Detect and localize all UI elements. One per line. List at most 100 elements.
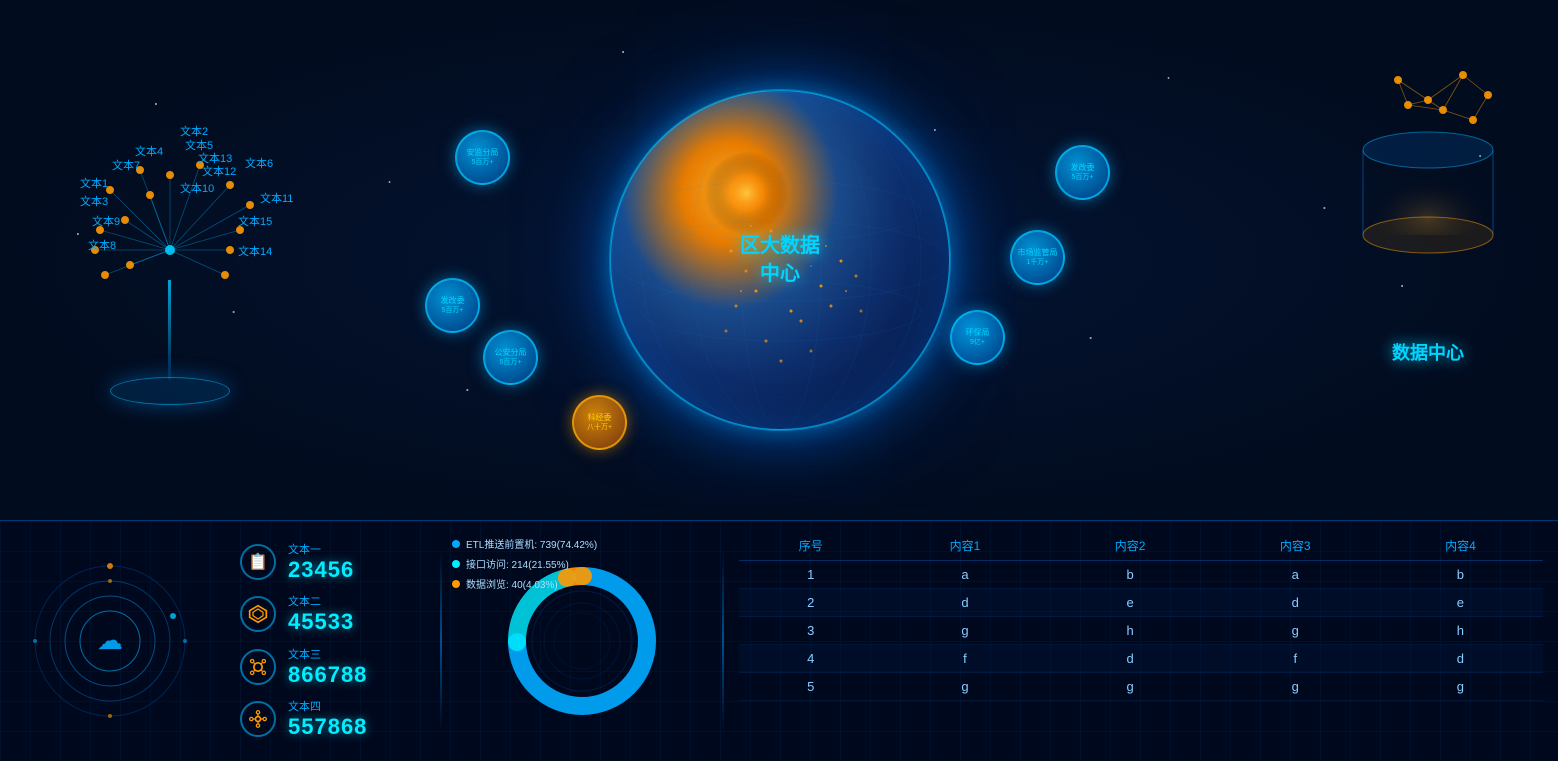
stat-label-1: 文本一 — [288, 541, 354, 557]
cloud-text-9: 文本9 — [92, 213, 120, 229]
stat-value-3: 866788 — [288, 662, 367, 688]
cell-3-2: h — [1048, 617, 1213, 645]
cell-1-2: b — [1048, 561, 1213, 589]
legend-item-api: 接口访问: 214(21.55%) — [452, 556, 597, 571]
node-circle-fagaiwei-l: 发改委 5百万+ — [425, 278, 480, 333]
cell-3-0: 3 — [739, 617, 882, 645]
cloud-text-1: 文本1 — [80, 175, 108, 191]
stat-group-1: 文本一 23456 — [288, 541, 354, 583]
table-header: 序号 内容1 内容2 内容3 内容4 — [739, 531, 1543, 561]
node-circle-fagaiwei-r: 发改委 5百万+ — [1055, 145, 1110, 200]
stat-value-2: 45533 — [288, 609, 354, 635]
stat-label-3: 文本三 — [288, 646, 367, 662]
data-table-area: 序号 内容1 内容2 内容3 内容4 1 a b a b 2 d — [724, 521, 1558, 760]
legend-item-etl: ETL推送前置机: 739(74.42%) — [452, 536, 597, 551]
stats-area: 📋 文本一 23456 文本二 45533 文本三 866788 — [220, 521, 440, 760]
col-header-3: 内容3 — [1213, 531, 1378, 561]
datacenter-label: 数据中心 — [1392, 339, 1464, 365]
node-circle-shichang: 市场监管局 1千万+ — [1010, 230, 1065, 285]
cell-4-3: f — [1213, 645, 1378, 673]
bottom-left-viz: ☁ — [0, 521, 220, 761]
stat-icon-1: 📋 — [240, 544, 276, 580]
legend-dot-browse — [452, 580, 460, 588]
cloud-text-8: 文本8 — [88, 237, 116, 253]
table-row: 2 d e d e — [739, 589, 1543, 617]
data-table: 序号 内容1 内容2 内容3 内容4 1 a b a b 2 d — [739, 531, 1543, 701]
table-row: 5 g g g g — [739, 673, 1543, 701]
cloud-text-7: 文本7 — [112, 157, 140, 173]
orbit-node-shichangjianguan[interactable]: 市场监管局 1千万+ — [1010, 230, 1065, 285]
orbit-node-fagaiwei-left[interactable]: 发改委 5百万+ — [425, 278, 480, 333]
legend-label-browse: 数据浏览: 40(4.03%) — [466, 576, 558, 591]
stat-row-4: 文本四 557868 — [240, 698, 420, 740]
cell-2-4: e — [1378, 589, 1543, 617]
cloud-text-10: 文本10 — [180, 180, 214, 196]
stat-group-4: 文本四 557868 — [288, 698, 367, 740]
cloud-text-3: 文本3 — [80, 193, 108, 209]
node-circle-kejingwei: 科经委 八十万+ — [572, 395, 627, 450]
circle-viz-svg: ☁ — [30, 561, 190, 721]
table-row: 3 g h g h — [739, 617, 1543, 645]
globe: 区大数据 中心 — [610, 90, 950, 430]
stat-icon-4 — [240, 701, 276, 737]
table-row: 4 f d f d — [739, 645, 1543, 673]
cell-3-1: g — [882, 617, 1047, 645]
visualization-area: 区大数据 中心 安监分局 5百万+ 发改委 5百万+ 市场监管局 1千万+ 环保… — [0, 0, 1558, 520]
stat-icon-3 — [240, 649, 276, 685]
cell-3-3: g — [1213, 617, 1378, 645]
cell-5-2: g — [1048, 673, 1213, 701]
table-body: 1 a b a b 2 d e d e 3 g h g — [739, 561, 1543, 701]
cell-2-2: e — [1048, 589, 1213, 617]
orbit-node-fagaiwei-right[interactable]: 发改委 5百万+ — [1055, 145, 1110, 200]
col-header-4: 内容4 — [1378, 531, 1543, 561]
stat-row-3: 文本三 866788 — [240, 646, 420, 688]
cell-4-0: 4 — [739, 645, 882, 673]
globe-center-text: 区大数据 中心 — [740, 232, 820, 288]
cloud-text-11: 文本11 — [260, 190, 293, 206]
stat-group-2: 文本二 45533 — [288, 593, 354, 635]
stat-group-3: 文本三 866788 — [288, 646, 367, 688]
cloud-text-15: 文本15 — [238, 213, 272, 229]
table-header-row: 序号 内容1 内容2 内容3 内容4 — [739, 531, 1543, 561]
cell-1-0: 1 — [739, 561, 882, 589]
cell-2-0: 2 — [739, 589, 882, 617]
cell-5-1: g — [882, 673, 1047, 701]
tree-base — [110, 377, 230, 405]
donut-chart-area: ETL推送前置机: 739(74.42%) 接口访问: 214(21.55%) … — [442, 521, 722, 760]
node-circle-gongan: 公安分局 5百万+ — [483, 330, 538, 385]
cloud-text-13: 文本13 — [198, 150, 232, 166]
orbit-node-gongan[interactable]: 公安分局 5百万+ — [483, 330, 538, 385]
cell-4-1: f — [882, 645, 1047, 673]
cell-2-1: d — [882, 589, 1047, 617]
tree-trunk — [168, 280, 171, 380]
cell-4-4: d — [1378, 645, 1543, 673]
legend-label-api: 接口访问: 214(21.55%) — [466, 556, 569, 571]
stat-row-2: 文本二 45533 — [240, 593, 420, 635]
cell-4-2: d — [1048, 645, 1213, 673]
globe-sphere: 区大数据 中心 — [610, 90, 950, 430]
cell-5-3: g — [1213, 673, 1378, 701]
cell-5-0: 5 — [739, 673, 882, 701]
col-header-2: 内容2 — [1048, 531, 1213, 561]
orbit-node-kejingwei[interactable]: 科经委 八十万+ — [572, 395, 627, 450]
orbit-node-huanbao[interactable]: 环保局 9亿+ — [950, 310, 1005, 365]
cell-1-1: a — [882, 561, 1047, 589]
stat-label-4: 文本四 — [288, 698, 367, 714]
legend-dot-etl — [452, 540, 460, 548]
right-datacenter: 数据中心 — [1318, 50, 1538, 400]
table-row: 1 a b a b — [739, 561, 1543, 589]
stat-icon-2 — [240, 596, 276, 632]
stat-value-4: 557868 — [288, 714, 367, 740]
node-circle-anjian: 安监分局 5百万+ — [455, 130, 510, 185]
cell-1-4: b — [1378, 561, 1543, 589]
cell-3-4: h — [1378, 617, 1543, 645]
cell-1-3: a — [1213, 561, 1378, 589]
col-header-seq: 序号 — [739, 531, 882, 561]
stat-row-1: 📋 文本一 23456 — [240, 541, 420, 583]
orbit-node-anjian[interactable]: 安监分局 5百万+ — [455, 130, 510, 185]
legend-label-etl: ETL推送前置机: 739(74.42%) — [466, 536, 597, 551]
stat-value-1: 23456 — [288, 557, 354, 583]
bottom-section: ☁ 📋 文本一 23456 文本 — [0, 520, 1558, 760]
stat-label-2: 文本二 — [288, 593, 354, 609]
cloud-text-14: 文本14 — [238, 243, 272, 259]
